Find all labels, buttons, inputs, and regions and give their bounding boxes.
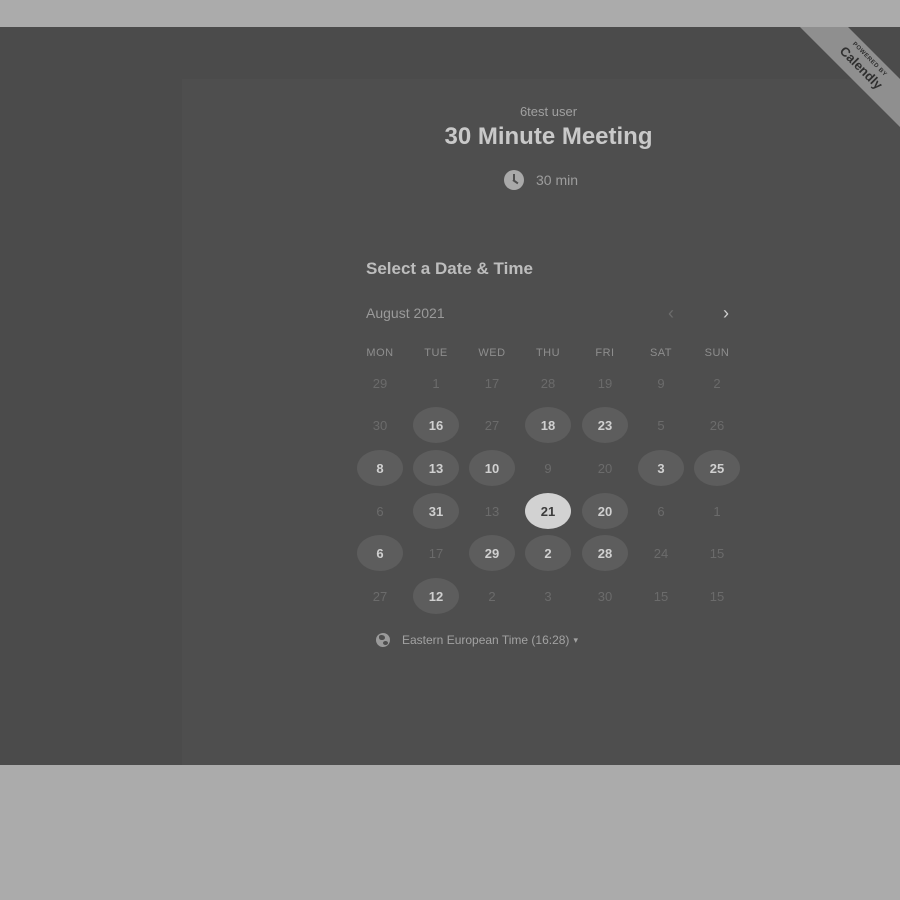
calendar-day-unavailable: 6 — [376, 503, 384, 519]
calendar-heading: Select a Date & Time — [366, 259, 533, 278]
calendar-day-unavailable: 19 — [597, 375, 613, 391]
calendar-day-unavailable: 17 — [484, 375, 500, 391]
prev-month-button[interactable]: ‹ — [661, 303, 681, 323]
calendar-day-unavailable: 13 — [484, 503, 500, 519]
calendar-day-unavailable: 24 — [653, 545, 669, 561]
calendar-day-unavailable: 26 — [709, 417, 725, 433]
calendar-day-available[interactable]: 12 — [413, 578, 459, 614]
calendar-day-unavailable: 15 — [653, 588, 669, 604]
calendar-day-available[interactable]: 29 — [469, 535, 515, 571]
calendar-day-unavailable: 17 — [428, 545, 444, 561]
calendar-day-unavailable: 27 — [484, 417, 500, 433]
calendar-day-available[interactable]: 10 — [469, 450, 515, 486]
calendar-month: August 2021 — [366, 305, 445, 321]
calendar-day-available[interactable]: 20 — [582, 493, 628, 529]
event-owner: 6test user — [519, 104, 578, 119]
calendar-day-unavailable: 15 — [709, 588, 725, 604]
calendar-day-unavailable: 30 — [597, 588, 613, 604]
calendar-day-unavailable: 28 — [540, 375, 556, 391]
calendar-day-unavailable: 9 — [657, 375, 665, 391]
timezone-label: Eastern European Time (16:28) — [402, 633, 570, 647]
calendar-day-unavailable: 30 — [372, 417, 388, 433]
calendar-day-available[interactable]: 8 — [357, 450, 403, 486]
duration-text: 30 min — [536, 172, 579, 188]
calendar-day-available[interactable]: 16 — [413, 407, 459, 443]
calendar-day-unavailable: 20 — [597, 460, 613, 476]
event-title: 30 Minute Meeting — [444, 123, 653, 150]
calendar-day-unavailable: 2 — [713, 375, 721, 391]
weekday-thu: THU — [535, 347, 561, 359]
calendar-day-unavailable: 5 — [657, 417, 665, 433]
calendar-day-unavailable: 15 — [709, 545, 725, 561]
calendar-day-selected[interactable]: 21 — [525, 493, 571, 529]
calendar-day-unavailable: 29 — [372, 375, 388, 391]
calendar-day-unavailable: 3 — [544, 588, 552, 604]
weekday-wed: WED — [478, 347, 506, 359]
calendar-day-unavailable: 2 — [488, 588, 496, 604]
weekday-sat: SAT — [649, 347, 673, 359]
calendar-day-available[interactable]: 23 — [582, 407, 628, 443]
calendar-day-unavailable: 9 — [544, 460, 552, 476]
calendar-day-available[interactable]: 28 — [582, 535, 628, 571]
clock-icon — [504, 170, 524, 190]
calendar-day-unavailable: 1 — [432, 375, 440, 391]
calendar-day-available[interactable]: 2 — [525, 535, 571, 571]
calendar-day-unavailable: 1 — [713, 503, 721, 519]
next-month-button[interactable]: › — [716, 303, 736, 323]
event-duration: 30 min — [504, 170, 578, 190]
calendar-day-available[interactable]: 31 — [413, 493, 459, 529]
calendar-day-available[interactable]: 6 — [357, 535, 403, 571]
calendar-day-available[interactable]: 13 — [413, 450, 459, 486]
calendar-day-unavailable: 6 — [657, 503, 665, 519]
calendar-day-available[interactable]: 25 — [694, 450, 740, 486]
globe-icon — [376, 633, 390, 647]
weekday-sun: SUN — [704, 347, 730, 359]
weekday-fri: FRI — [595, 347, 615, 359]
calendar-day-available[interactable]: 18 — [525, 407, 571, 443]
weekday-tue: TUE — [424, 347, 448, 359]
caret-down-icon: ▾ — [573, 634, 578, 645]
timezone-selector[interactable]: Eastern European Time (16:28) ▾ — [376, 633, 578, 647]
calendar-day-available[interactable]: 3 — [638, 450, 684, 486]
calendar-day-unavailable: 27 — [372, 588, 388, 604]
weekday-mon: MON — [366, 347, 394, 359]
